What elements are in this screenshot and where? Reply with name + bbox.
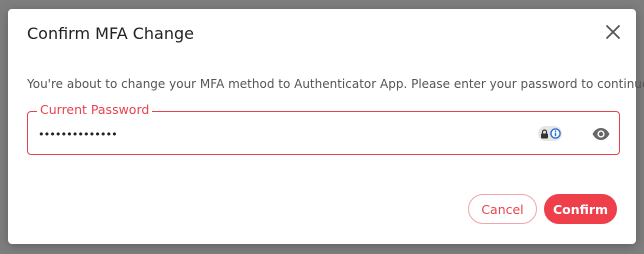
- confirm-mfa-dialog: Confirm MFA Change You're about to chang…: [8, 9, 644, 244]
- password-manager-button[interactable]: [538, 126, 562, 141]
- confirm-button[interactable]: Confirm: [544, 194, 617, 224]
- close-icon: [606, 25, 620, 39]
- current-password-label: Current Password: [37, 102, 153, 118]
- eye-icon: [592, 128, 610, 140]
- cancel-button[interactable]: Cancel: [468, 194, 537, 224]
- current-password-input[interactable]: [38, 124, 528, 144]
- info-icon: [549, 128, 561, 139]
- show-password-button[interactable]: [591, 124, 611, 144]
- dialog-title: Confirm MFA Change: [27, 24, 194, 43]
- lock-icon: [540, 128, 548, 138]
- close-button[interactable]: [604, 23, 622, 41]
- current-password-field: Current Password: [27, 102, 620, 155]
- dialog-description: You're about to change your MFA method t…: [27, 77, 644, 91]
